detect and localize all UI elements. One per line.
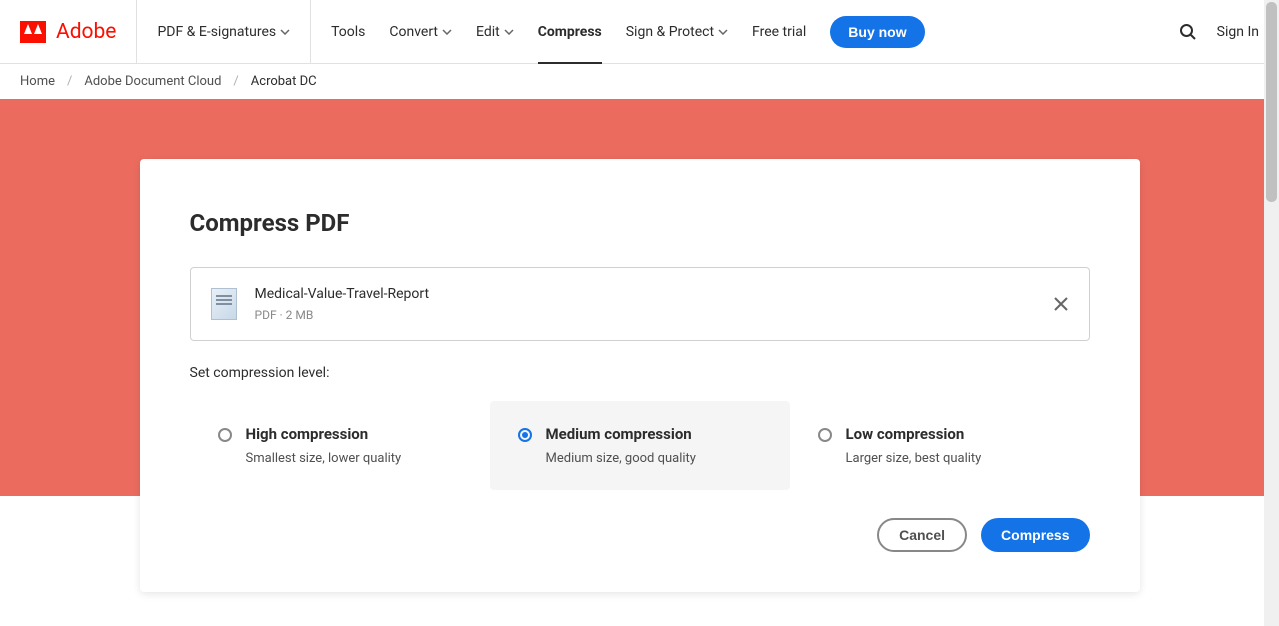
option-text: Low compression Larger size, best qualit… [846,425,1062,466]
compress-button[interactable]: Compress [981,518,1089,552]
option-desc: Medium size, good quality [546,451,762,466]
radio-icon [218,428,232,442]
main-background: Compress PDF Medical-Value-Travel-Report… [0,99,1279,561]
scrollbar-thumb[interactable] [1266,2,1277,202]
nav-main: Tools Convert Edit Compress Sign & Prote… [311,0,1179,64]
sign-in-link[interactable]: Sign In [1217,24,1259,40]
option-text: High compression Smallest size, lower qu… [246,425,462,466]
nav-edit[interactable]: Edit [476,0,514,64]
option-title: High compression [246,425,462,443]
search-icon[interactable] [1179,23,1197,41]
nav-tools[interactable]: Tools [331,0,365,64]
nav-label: Sign & Protect [626,24,714,40]
options-label: Set compression level: [190,365,1090,381]
nav-label: PDF & E-signatures [157,24,276,40]
breadcrumb-acrobat: Acrobat DC [251,74,317,89]
nav-compress[interactable]: Compress [538,0,602,64]
option-medium[interactable]: Medium compression Medium size, good qua… [490,401,790,490]
file-box: Medical-Value-Travel-Report PDF · 2 MB [190,267,1090,341]
breadcrumb-home[interactable]: Home [20,74,55,89]
breadcrumb-separator: / [233,74,238,89]
file-meta: PDF · 2 MB [255,308,1035,322]
close-icon[interactable] [1053,296,1069,312]
chevron-down-icon [442,29,452,35]
options-row: High compression Smallest size, lower qu… [190,401,1090,490]
cancel-button[interactable]: Cancel [877,518,967,552]
nav-free-trial[interactable]: Free trial [752,0,806,64]
logo-section[interactable]: Adobe [20,0,137,64]
file-name: Medical-Value-Travel-Report [255,286,1035,302]
buy-now-button[interactable]: Buy now [830,16,924,48]
option-low[interactable]: Low compression Larger size, best qualit… [790,401,1090,490]
nav-label: Tools [331,24,365,40]
option-title: Low compression [846,425,1062,443]
nav-group-primary: PDF & E-signatures [137,0,311,64]
chevron-down-icon [504,29,514,35]
adobe-logo-icon [20,21,46,43]
header: Adobe PDF & E-signatures Tools Convert E… [0,0,1279,64]
option-text: Medium compression Medium size, good qua… [546,425,762,466]
nav-label: Free trial [752,24,806,40]
page-title: Compress PDF [190,209,1090,237]
actions: Cancel Compress [190,518,1090,552]
chevron-down-icon [718,29,728,35]
file-info: Medical-Value-Travel-Report PDF · 2 MB [255,286,1035,322]
option-desc: Smallest size, lower quality [246,451,462,466]
nav-pdf-esignatures[interactable]: PDF & E-signatures [157,0,290,64]
nav-label: Compress [538,24,602,40]
breadcrumb-separator: / [67,74,72,89]
compress-card: Compress PDF Medical-Value-Travel-Report… [140,159,1140,592]
radio-icon [818,428,832,442]
scrollbar-track[interactable] [1264,0,1279,626]
radio-icon [518,428,532,442]
breadcrumb-doc-cloud[interactable]: Adobe Document Cloud [84,74,221,89]
nav-label: Convert [389,24,438,40]
brand-name: Adobe [56,20,116,44]
nav-convert[interactable]: Convert [389,0,452,64]
option-title: Medium compression [546,425,762,443]
breadcrumb: Home / Adobe Document Cloud / Acrobat DC [0,64,1279,99]
nav-sign-protect[interactable]: Sign & Protect [626,0,728,64]
chevron-down-icon [280,29,290,35]
nav-label: Edit [476,24,500,40]
file-thumbnail-icon [211,288,237,320]
option-desc: Larger size, best quality [846,451,1062,466]
option-high[interactable]: High compression Smallest size, lower qu… [190,401,490,490]
header-right: Sign In [1179,23,1259,41]
